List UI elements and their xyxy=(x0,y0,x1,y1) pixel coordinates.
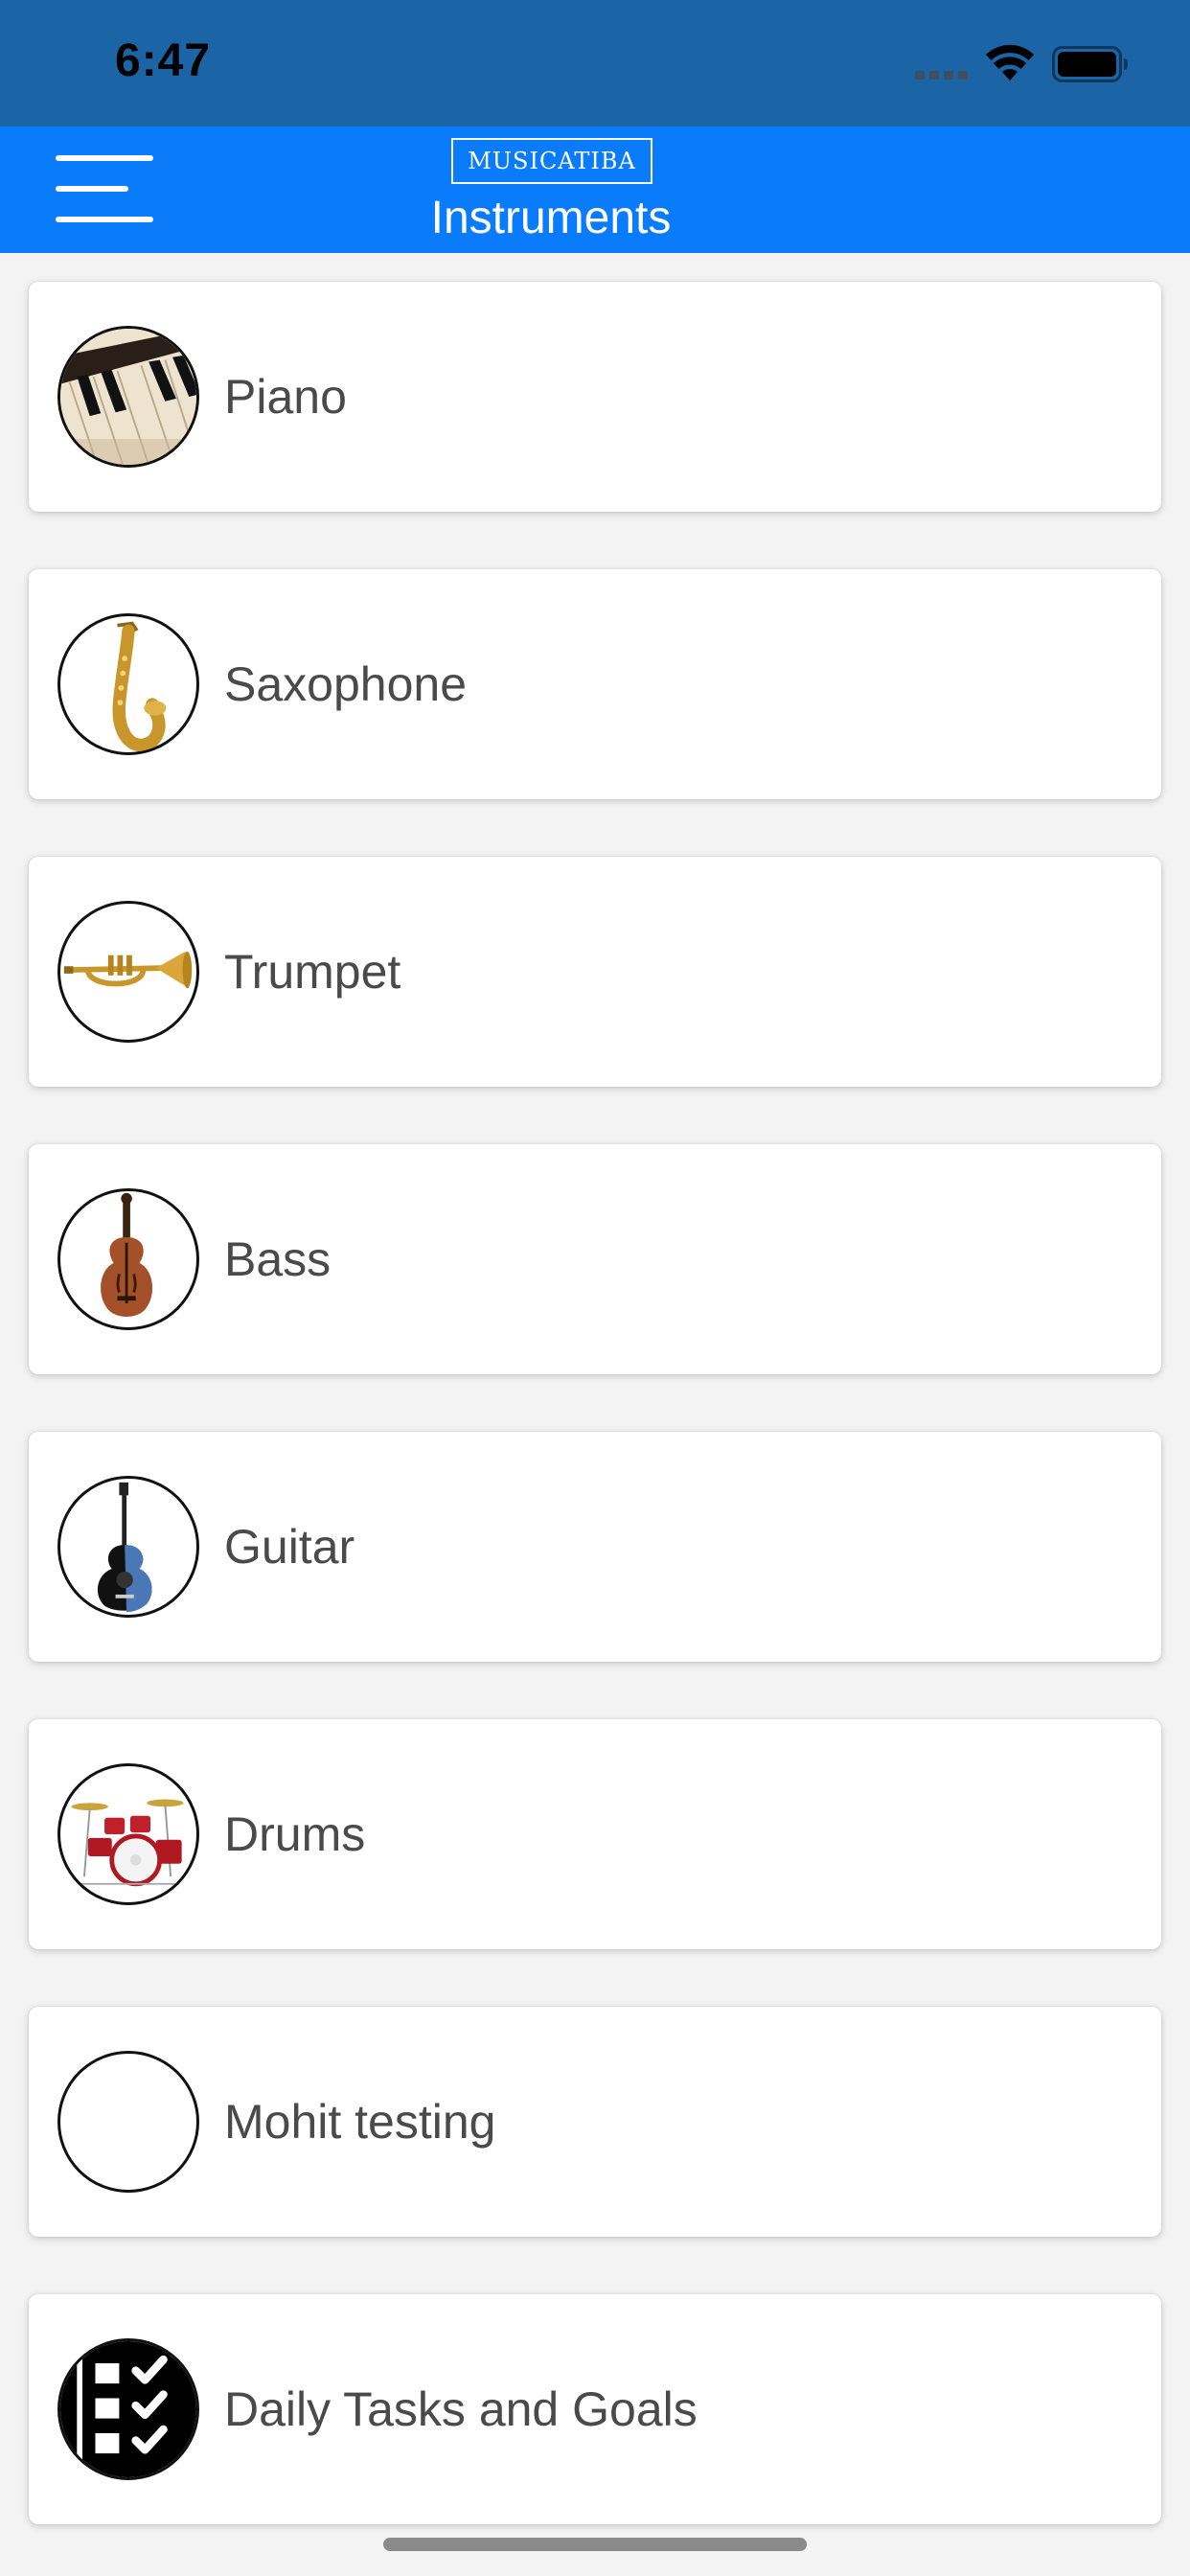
wifi-icon xyxy=(986,44,1034,80)
nav-bar: MUSICATIBA Instruments xyxy=(0,126,1190,253)
list-item-saxophone[interactable]: Saxophone xyxy=(29,569,1161,799)
list-item-label: Piano xyxy=(224,370,347,424)
trumpet-icon xyxy=(57,901,199,1043)
list-item-label: Bass xyxy=(224,1232,332,1286)
list-item-label: Trumpet xyxy=(224,945,401,999)
home-indicator[interactable] xyxy=(383,2538,807,2551)
list-item-drums[interactable]: Drums xyxy=(29,1719,1161,1949)
list-item-daily-tasks[interactable]: Daily Tasks and Goals xyxy=(29,2294,1161,2524)
list-item-label: Drums xyxy=(224,1807,366,1861)
page-title: Instruments xyxy=(430,193,672,243)
empty-avatar-icon xyxy=(57,2051,199,2193)
list-item-mohit-testing[interactable]: Mohit testing xyxy=(29,2007,1161,2237)
checklist-icon xyxy=(57,2338,199,2480)
instruments-screen: 6:47 MUSICATIBA Instruments Piano Saxoph… xyxy=(0,0,1190,2576)
drum-kit-icon xyxy=(57,1763,199,1905)
list-item-label: Mohit testing xyxy=(224,2095,496,2149)
list-item-guitar[interactable]: Guitar xyxy=(29,1432,1161,1662)
brand-logo: MUSICATIBA xyxy=(451,138,652,184)
piano-keys-icon xyxy=(57,326,199,468)
list-item-label: Saxophone xyxy=(224,657,468,711)
list-item-label: Daily Tasks and Goals xyxy=(224,2382,698,2436)
status-bar: 6:47 xyxy=(0,0,1190,126)
list-item-piano[interactable]: Piano xyxy=(29,282,1161,512)
double-bass-icon xyxy=(57,1188,199,1330)
guitar-icon xyxy=(57,1476,199,1618)
list-item-bass[interactable]: Bass xyxy=(29,1144,1161,1374)
list-item-label: Guitar xyxy=(224,1520,355,1574)
status-time: 6:47 xyxy=(115,35,212,86)
saxophone-icon xyxy=(57,613,199,755)
battery-icon xyxy=(1052,46,1128,82)
cellular-signal-icon xyxy=(915,71,968,80)
list-item-trumpet[interactable]: Trumpet xyxy=(29,857,1161,1087)
